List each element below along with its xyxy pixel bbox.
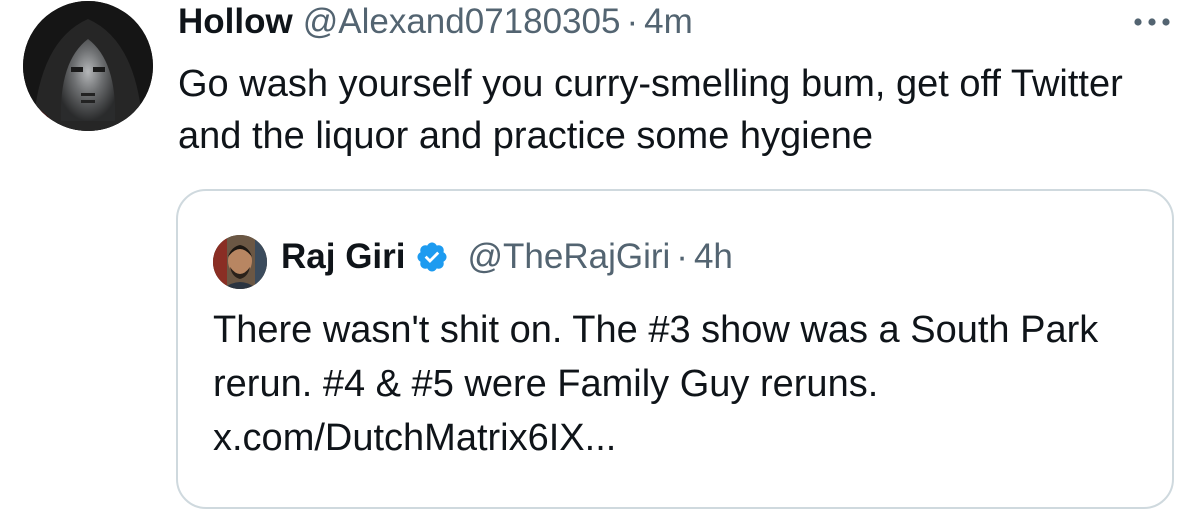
quoted-avatar[interactable] xyxy=(213,235,267,289)
quoted-tweet-body: There wasn't shit on. The #3 show was a … xyxy=(213,309,1099,405)
ellipsis-icon xyxy=(1134,18,1170,26)
tweet-header: Hollow @Alexand07180305 · 4m xyxy=(178,0,693,44)
quoted-timestamp[interactable]: 4h xyxy=(694,233,733,281)
avatar-image xyxy=(23,1,153,131)
quoted-tweet-text: There wasn't shit on. The #3 show was a … xyxy=(213,303,1153,465)
timestamp[interactable]: 4m xyxy=(644,0,693,44)
author-handle[interactable]: @Alexand07180305 xyxy=(303,0,621,44)
author-name[interactable]: Hollow xyxy=(178,0,293,44)
quoted-tweet-header: Raj Giri @TheRajGiri · 4h xyxy=(281,233,733,281)
separator: · xyxy=(626,2,639,41)
quoted-author-name[interactable]: Raj Giri xyxy=(281,233,405,281)
tweet-text: Go wash yourself you curry-smelling bum,… xyxy=(178,63,1123,157)
quoted-author-handle[interactable]: @TheRajGiri xyxy=(467,233,670,281)
avatar[interactable] xyxy=(23,1,153,131)
quoted-avatar-image xyxy=(213,235,267,289)
quoted-tweet-card[interactable]: Raj Giri @TheRajGiri · 4h There wasn't s… xyxy=(176,189,1174,509)
quoted-tweet-link[interactable]: x.com/DutchMatrix6IX... xyxy=(213,417,616,459)
verified-badge-icon xyxy=(417,242,448,272)
more-options-button[interactable] xyxy=(1130,12,1174,32)
quoted-separator: · xyxy=(676,237,688,276)
